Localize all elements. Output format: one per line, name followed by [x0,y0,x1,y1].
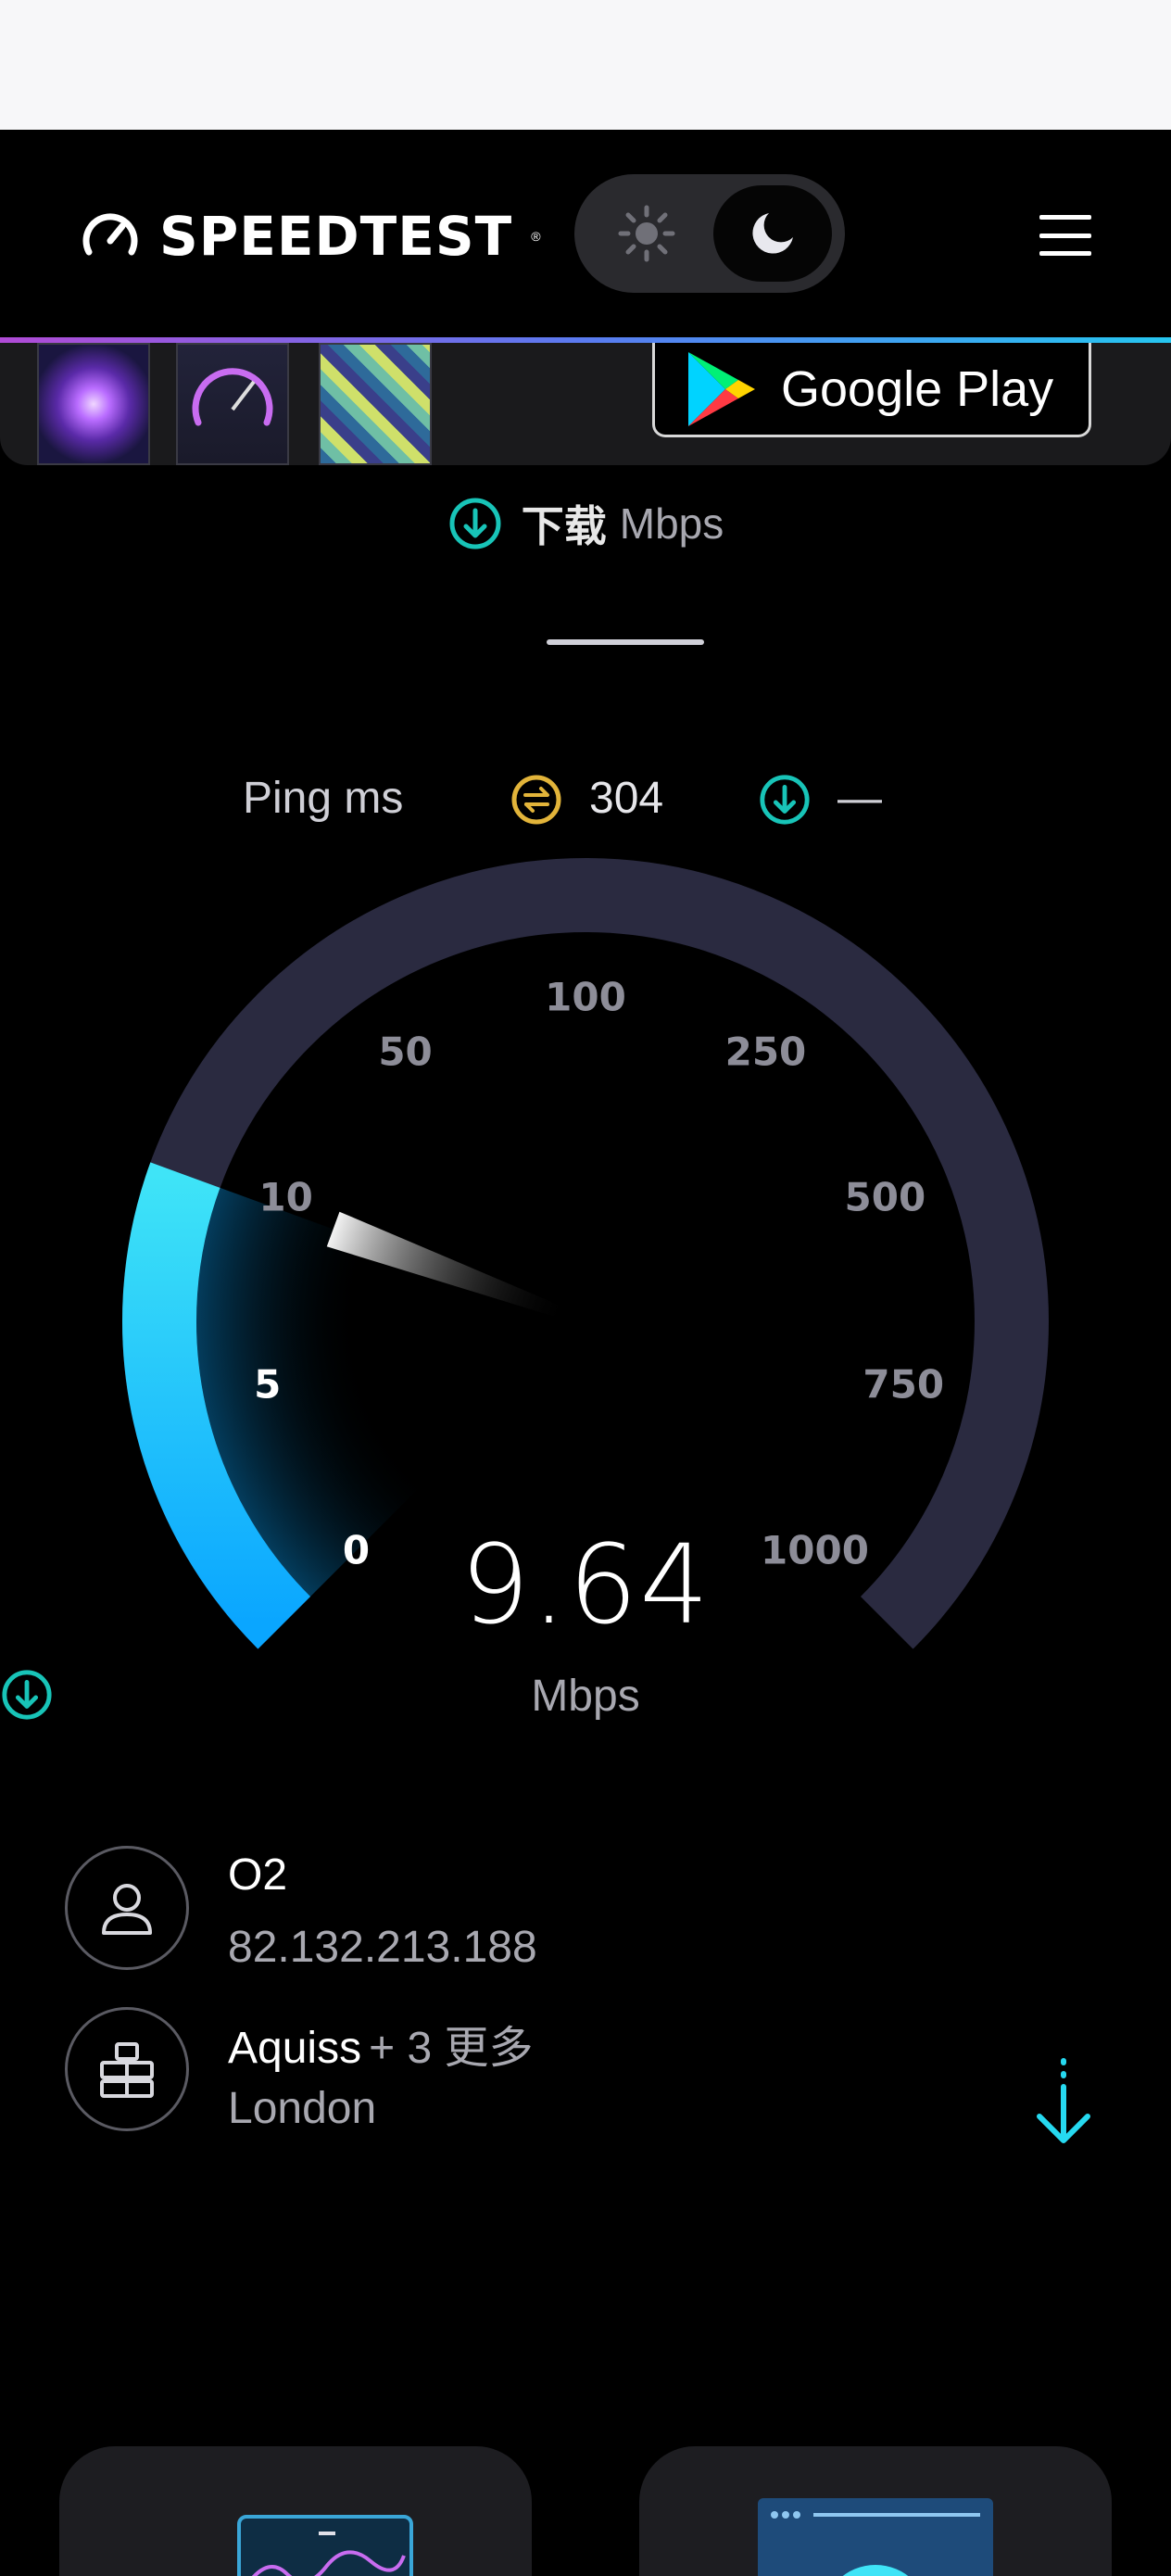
ping-label: Ping ms [243,774,404,823]
gauge-tick-label: 1000 [761,1527,869,1573]
gauge-tick-label: 50 [378,1029,433,1075]
speedtest-logo[interactable]: SPEEDTEST ® [78,204,541,269]
app-promo-banner[interactable]: Google Play [0,343,1171,465]
gauge-tick-label: 10 [258,1174,313,1220]
line-graph-icon [252,2532,406,2576]
theme-dark-option[interactable] [713,185,832,282]
download-circle-icon [760,775,810,825]
server-icon [100,2042,154,2098]
theme-light-option[interactable] [587,185,706,282]
provider-avatar [65,1846,189,1970]
provider-ip: 82.132.213.188 [228,1923,537,1972]
provider-name: O2 [228,1850,288,1900]
menu-line [1039,251,1091,256]
browser-window-icon [771,2511,980,2576]
gauge-tick-label: 5 [254,1361,282,1408]
provider-info[interactable]: O2 82.132.213.188 [65,1846,1106,1976]
test-mode-label: 下载 Mbps [0,491,1171,556]
card-illustration [237,2515,413,2576]
gauge-tick-label: 0 [342,1527,371,1573]
sun-icon [618,205,675,262]
server-more-link[interactable]: + 3 更多 [369,2024,533,2073]
test-mode-name: 下载 [521,502,607,550]
moon-icon [752,213,793,254]
progress-indicator [547,639,704,645]
metrics-row: Ping ms 304 — [0,769,1171,828]
gauge-tick-label: 750 [863,1361,945,1408]
ping-value: 304 [589,774,664,823]
feature-card[interactable] [59,2446,532,2576]
ping-icon [511,775,561,825]
google-play-label: Google Play [781,360,1054,417]
menu-line [1039,233,1091,238]
current-speed-unit: Mbps [0,1668,1171,1724]
speedometer-icon [192,368,273,426]
gauge-tick-label: 100 [545,974,626,1020]
download-value: — [837,774,882,823]
promo-thumbnail [319,343,432,465]
download-circle-icon [2,1670,52,1720]
server-name-line: Aquiss + 3 更多 [228,2011,533,2076]
server-info[interactable]: Aquiss + 3 更多 London [65,2007,1106,2137]
test-mode-unit: Mbps [619,499,724,548]
current-speed-value: 9.64 [460,1521,711,1648]
hamburger-menu-icon[interactable] [1039,215,1091,256]
promo-thumbnail [176,343,289,465]
site-header: SPEEDTEST ® [0,130,1171,339]
brand-trademark: ® [531,229,541,244]
google-play-icon [688,351,755,426]
speed-gauge: 0 5 10 50 100 250 500 750 1000 9.64 Mbps [0,834,1171,1724]
gauge-tick-label: 500 [844,1174,926,1220]
menu-line [1039,215,1091,220]
server-avatar [65,2007,189,2131]
speedometer-icon [82,213,138,256]
download-circle-icon [449,498,501,549]
feature-card[interactable] [639,2446,1112,2576]
user-icon [102,1884,152,1935]
server-location: London [228,2084,377,2133]
speed-unit-label: Mbps [531,1671,640,1721]
brand-name: SPEEDTEST [159,205,513,268]
google-play-badge[interactable]: Google Play [652,343,1091,437]
status-bar-area [0,0,1171,130]
arrow-down-icon[interactable] [1034,2055,1093,2148]
gauge-tick-label: 250 [724,1029,807,1075]
server-name: Aquiss [228,2024,362,2073]
promo-thumbnail [37,343,150,465]
theme-toggle[interactable] [574,174,845,293]
card-illustration [758,2498,993,2576]
